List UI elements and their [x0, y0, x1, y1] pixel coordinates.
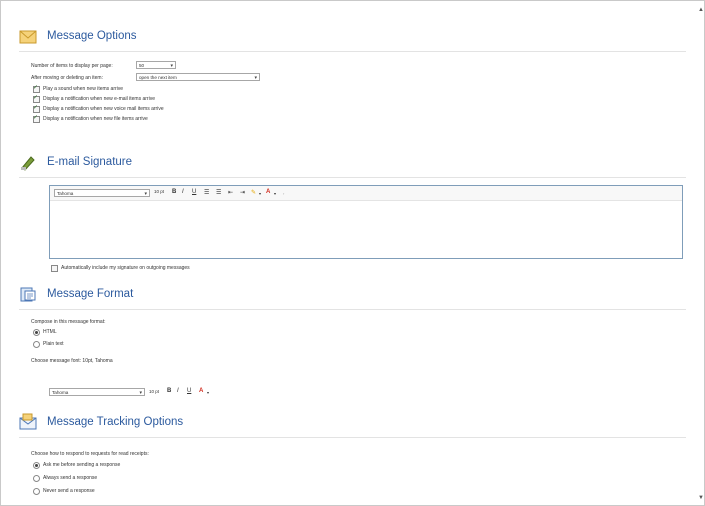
chevron-down-icon[interactable]: ▾: [259, 191, 261, 196]
notify-email-checkbox[interactable]: [33, 94, 40, 103]
email-signature-section: E-mail Signature: [19, 151, 686, 178]
chevron-down-icon: ▾: [254, 75, 257, 81]
signature-font-size[interactable]: 10 pt: [154, 189, 164, 194]
highlight-icon[interactable]: ✎: [251, 189, 256, 196]
notify-voicemail-label: Display a notification when new voice ma…: [43, 106, 164, 112]
play-sound-label: Play a sound when new items arrive: [43, 86, 124, 92]
scroll-up-icon[interactable]: ▲: [698, 7, 704, 13]
chevron-down-icon: ▾: [144, 191, 147, 197]
bold-button[interactable]: B: [167, 388, 171, 394]
underline-button[interactable]: U: [192, 189, 196, 195]
notify-file-label: Display a notification when new file ite…: [43, 116, 148, 122]
message-format-header: Message Format: [19, 283, 686, 310]
html-radio[interactable]: [33, 329, 40, 336]
signature-toolbar: Tahoma ▾ 10 pt B I U ☰ ☰ ⇤ ⇥ ✎ ▾ A ▾ ›: [50, 186, 682, 201]
after-moving-label: After moving or deleting an item:: [31, 75, 103, 81]
numbering-icon[interactable]: ☰: [216, 189, 221, 196]
signature-editor[interactable]: Tahoma ▾ 10 pt B I U ☰ ☰ ⇤ ⇥ ✎ ▾ A ▾ ›: [49, 185, 683, 259]
message-options-section: Message Options: [19, 25, 686, 52]
message-font-select[interactable]: Tahoma ▾: [49, 388, 145, 396]
message-options-title: Message Options: [47, 30, 137, 42]
indent-decrease-icon[interactable]: ⇤: [228, 189, 233, 196]
font-color-button[interactable]: A: [266, 189, 270, 195]
always-send-label: Always send a response: [43, 475, 98, 481]
tracking-envelope-icon: [19, 413, 37, 430]
plain-text-radio-label: Plain text: [43, 341, 64, 347]
chevron-down-icon: ▾: [139, 390, 142, 396]
items-per-page-select[interactable]: 50 ▾: [136, 61, 176, 69]
auto-include-signature-checkbox[interactable]: [51, 265, 58, 272]
plain-text-radio[interactable]: [33, 341, 40, 348]
ask-before-label: Ask me before sending a response: [43, 462, 121, 468]
italic-button[interactable]: I: [177, 388, 179, 394]
items-per-page-label: Number of items to display per page:: [31, 63, 113, 69]
tracking-title: Message Tracking Options: [47, 416, 184, 428]
notify-file-checkbox[interactable]: [33, 114, 40, 123]
document-format-icon: [20, 287, 36, 302]
never-send-radio[interactable]: [33, 488, 40, 495]
tracking-header: Message Tracking Options: [19, 411, 686, 438]
play-sound-checkbox[interactable]: [33, 84, 40, 93]
scroll-down-icon[interactable]: ▼: [698, 495, 704, 501]
always-send-radio[interactable]: [33, 475, 40, 482]
bold-button[interactable]: B: [172, 189, 176, 195]
after-moving-select[interactable]: open the next item ▾: [136, 73, 260, 81]
envelope-icon: [19, 30, 37, 44]
chevron-down-icon: ▾: [170, 63, 173, 69]
more-options-icon[interactable]: ›: [283, 191, 284, 196]
message-font-size[interactable]: 10 pt: [149, 389, 159, 394]
notify-voicemail-checkbox[interactable]: [33, 104, 40, 113]
message-font-toolbar: Tahoma ▾ 10 pt B I U A ▾: [49, 386, 249, 399]
message-font-label: Choose message font: 10pt, Tahoma: [31, 358, 113, 364]
pen-icon: [21, 156, 35, 171]
chevron-down-icon[interactable]: ▾: [274, 191, 276, 196]
vertical-scrollbar[interactable]: ▲ ▼: [696, 1, 704, 505]
auto-include-signature-label: Automatically include my signature on ou…: [61, 265, 190, 271]
chevron-down-icon[interactable]: ▾: [207, 390, 209, 395]
font-color-button[interactable]: A: [199, 388, 203, 394]
message-format-title: Message Format: [47, 288, 134, 300]
email-signature-header: E-mail Signature: [19, 151, 686, 178]
html-radio-label: HTML: [43, 329, 57, 335]
italic-button[interactable]: I: [182, 189, 184, 195]
tracking-section: Message Tracking Options: [19, 411, 686, 438]
signature-font-select[interactable]: Tahoma ▾: [54, 189, 150, 197]
read-receipt-label: Choose how to respond to requests for re…: [31, 451, 149, 457]
message-options-header: Message Options: [19, 25, 686, 52]
message-format-section: Message Format: [19, 283, 686, 310]
email-signature-title: E-mail Signature: [47, 156, 133, 168]
never-send-label: Never send a response: [43, 488, 95, 494]
indent-increase-icon[interactable]: ⇥: [240, 189, 245, 196]
options-panel: Message Options Number of items to displ…: [0, 0, 705, 506]
compose-format-label: Compose in this message format:: [31, 319, 106, 325]
notify-email-label: Display a notification when new e-mail i…: [43, 96, 155, 102]
bullets-icon[interactable]: ☰: [204, 189, 209, 196]
ask-before-radio[interactable]: [33, 462, 40, 469]
underline-button[interactable]: U: [187, 388, 191, 394]
